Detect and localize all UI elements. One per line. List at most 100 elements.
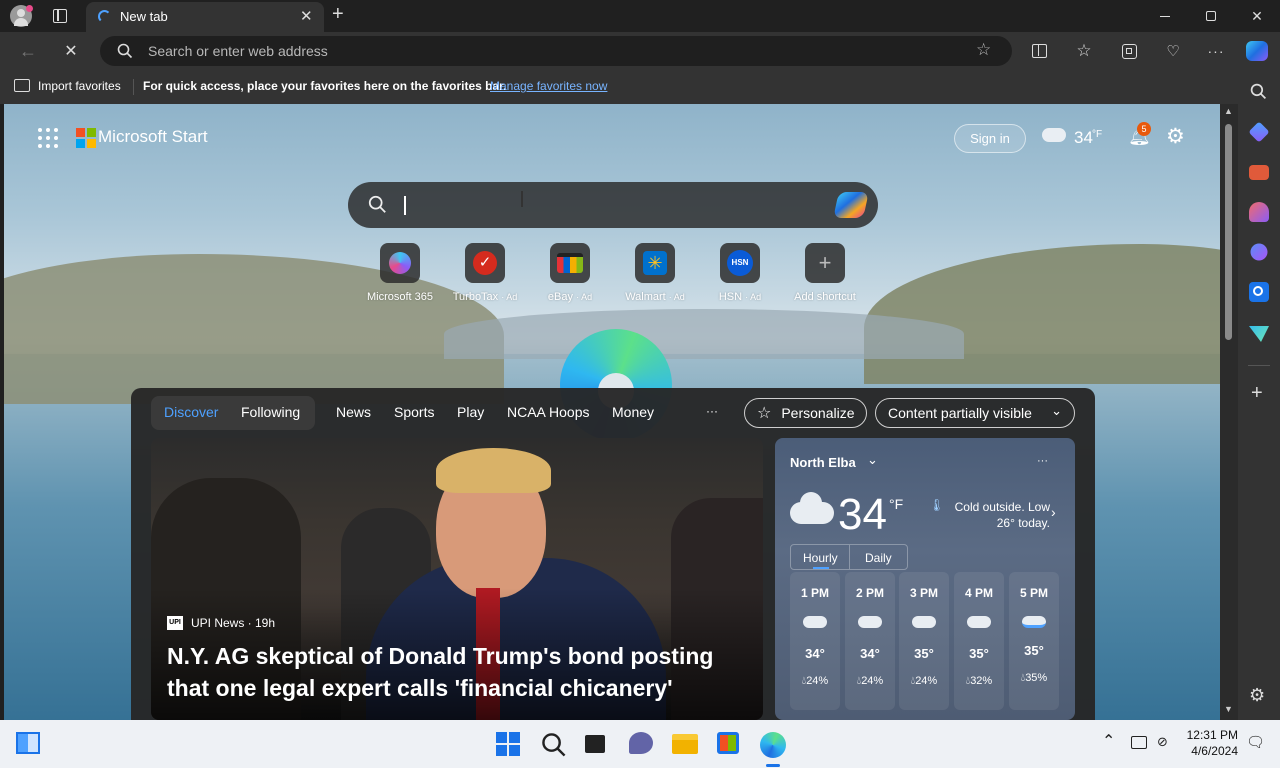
- collections-icon[interactable]: [1118, 40, 1140, 62]
- tab-daily[interactable]: Daily: [865, 551, 892, 565]
- precip-value: 32%: [970, 675, 993, 687]
- web-search-box[interactable]: [348, 182, 878, 228]
- games-icon[interactable]: [1249, 202, 1269, 222]
- start-icon[interactable]: [496, 732, 520, 756]
- forecast-hour[interactable]: 2 PM 34° 💧︎24%: [845, 572, 895, 710]
- tab-hourly[interactable]: Hourly: [803, 551, 838, 565]
- header-weather-temp[interactable]: 34: [1074, 128, 1093, 148]
- sidebar-divider: [1248, 365, 1270, 366]
- address-bar[interactable]: Search or enter web address ☆: [100, 36, 1012, 66]
- split-screen-icon[interactable]: [1028, 40, 1050, 62]
- manage-favorites-link[interactable]: Manage favorites now: [490, 79, 607, 93]
- sign-in-button[interactable]: Sign in: [954, 124, 1026, 153]
- story-source[interactable]: UPI News · 19h: [191, 616, 275, 630]
- location-chevron-icon[interactable]: ⌄: [867, 452, 878, 468]
- shortcut-add[interactable]: + Add shortcut: [783, 243, 867, 303]
- clock-time: 12:31 PM: [1186, 728, 1238, 742]
- tab-actions-icon[interactable]: [53, 9, 67, 23]
- drop-icon[interactable]: [1249, 326, 1269, 342]
- shopping-icon[interactable]: [1248, 121, 1270, 143]
- edge-taskbar-icon[interactable]: [760, 732, 786, 758]
- forecast-precip: 💧︎24%: [899, 675, 949, 688]
- favorites-icon[interactable]: ☆: [1073, 40, 1095, 62]
- forecast-cloud-icon: [858, 616, 882, 628]
- forecast-hour[interactable]: 4 PM 35° 💧︎32%: [954, 572, 1004, 710]
- microsoft-365-icon[interactable]: [1250, 243, 1268, 261]
- forecast-rain-cloud-icon: [1022, 616, 1046, 628]
- shortcut-walmart[interactable]: ✳ Walmart · Ad: [613, 243, 697, 303]
- weather-location[interactable]: North Elba: [790, 455, 856, 470]
- weather-more-button[interactable]: ···: [1037, 455, 1048, 467]
- notification-center-icon[interactable]: 🗨︎: [1246, 733, 1265, 751]
- back-icon[interactable]: ←: [17, 40, 39, 62]
- app-launcher-icon[interactable]: [38, 128, 58, 148]
- copilot-search-icon[interactable]: [833, 192, 869, 218]
- shortcut-turbotax[interactable]: ✓ TurboTax · Ad: [443, 243, 527, 303]
- page-scrollbar[interactable]: ▲ ▼: [1220, 104, 1238, 720]
- more-menu-icon[interactable]: ···: [1205, 40, 1227, 62]
- tab-sports[interactable]: Sports: [394, 404, 434, 420]
- outlook-icon[interactable]: [1249, 282, 1269, 302]
- more-tabs-button[interactable]: ···: [706, 404, 718, 418]
- forecast-hour[interactable]: 5 PM 35° 💧︎35%: [1009, 572, 1059, 710]
- favorite-star-icon[interactable]: ☆: [976, 40, 991, 60]
- taskbar-search-icon[interactable]: [541, 732, 567, 758]
- new-tab-icon[interactable]: +: [332, 3, 344, 26]
- shortcut-microsoft-365[interactable]: Microsoft 365: [358, 243, 442, 303]
- forecast-time: 5 PM: [1019, 586, 1048, 600]
- chevron-right-icon[interactable]: ›: [1051, 504, 1056, 520]
- add-sidebar-app-icon[interactable]: +: [1251, 382, 1263, 405]
- top-story-card[interactable]: UPI UPI News · 19h N.Y. AG skeptical of …: [151, 438, 763, 720]
- weather-card[interactable]: North Elba ⌄ ··· 34 °F 🌡︎ Cold outside. …: [775, 438, 1075, 720]
- volume-muted-icon[interactable]: ⊘: [1157, 734, 1168, 750]
- stop-loading-icon[interactable]: ✕: [60, 40, 82, 62]
- close-window-icon[interactable]: ✕: [1234, 0, 1280, 32]
- scroll-up-icon[interactable]: ▲: [1224, 106, 1233, 116]
- header-weather-unit: °F: [1092, 129, 1103, 140]
- forecast-hour[interactable]: 1 PM 34° 💧︎24%: [790, 572, 840, 710]
- scrollbar-thumb[interactable]: [1225, 124, 1232, 340]
- header-weather-icon[interactable]: [1042, 128, 1066, 142]
- shortcut-hsn[interactable]: HSN HSN · Ad: [698, 243, 782, 303]
- tab-ncaa-hoops[interactable]: NCAA Hoops: [507, 404, 589, 420]
- show-hidden-icons-chevron-icon[interactable]: ⌃: [1102, 731, 1115, 751]
- weather-temp: 34: [838, 490, 887, 539]
- copilot-icon[interactable]: [1246, 40, 1268, 62]
- weather-unit: °F: [889, 496, 904, 512]
- sidebar-settings-icon[interactable]: ⚙: [1249, 685, 1265, 706]
- forecast-hour[interactable]: 3 PM 35° 💧︎24%: [899, 572, 949, 710]
- content-visibility-dropdown[interactable]: Content partially visible ⌄: [875, 398, 1075, 428]
- tools-icon[interactable]: [1249, 165, 1269, 180]
- shortcut-ebay[interactable]: eBay · Ad: [528, 243, 612, 303]
- teams-chat-icon[interactable]: [629, 732, 653, 754]
- restore-icon[interactable]: [1188, 0, 1234, 32]
- personalize-button[interactable]: ☆ Personalize: [744, 398, 867, 428]
- import-favorites-button[interactable]: Import favorites: [38, 79, 121, 93]
- tab-following[interactable]: Following: [241, 404, 300, 420]
- system-clock[interactable]: 12:31 PM 4/6/2024: [1186, 727, 1238, 759]
- task-view-icon[interactable]: [585, 735, 605, 753]
- tab-play[interactable]: Play: [457, 404, 484, 420]
- forecast-temp: 35°: [969, 646, 989, 661]
- tab-news[interactable]: News: [336, 404, 371, 420]
- profile-avatar[interactable]: [10, 5, 33, 27]
- forecast-time: 3 PM: [909, 586, 938, 600]
- tab-money[interactable]: Money: [612, 404, 654, 420]
- browser-essentials-icon[interactable]: ♡: [1162, 40, 1184, 62]
- chevron-down-icon: ⌄: [1051, 403, 1062, 418]
- network-icon[interactable]: [1131, 736, 1147, 749]
- story-headline[interactable]: N.Y. AG skeptical of Donald Trump's bond…: [167, 640, 747, 704]
- close-tab-icon[interactable]: ✕: [300, 7, 313, 25]
- search-icon: [117, 43, 133, 59]
- minimize-icon[interactable]: [1142, 0, 1188, 32]
- scroll-down-icon[interactable]: ▼: [1224, 704, 1233, 714]
- shortcut-label: HSN: [718, 291, 743, 303]
- file-explorer-icon[interactable]: [672, 734, 698, 754]
- brand-title[interactable]: Microsoft Start: [98, 127, 208, 147]
- tab-new-tab[interactable]: New tab ✕: [86, 2, 324, 32]
- page-settings-icon[interactable]: ⚙: [1166, 124, 1185, 149]
- tab-discover[interactable]: Discover: [164, 404, 218, 420]
- widgets-icon[interactable]: [16, 732, 40, 754]
- sidebar-search-icon[interactable]: [1250, 83, 1267, 100]
- microsoft-store-icon[interactable]: [717, 732, 739, 754]
